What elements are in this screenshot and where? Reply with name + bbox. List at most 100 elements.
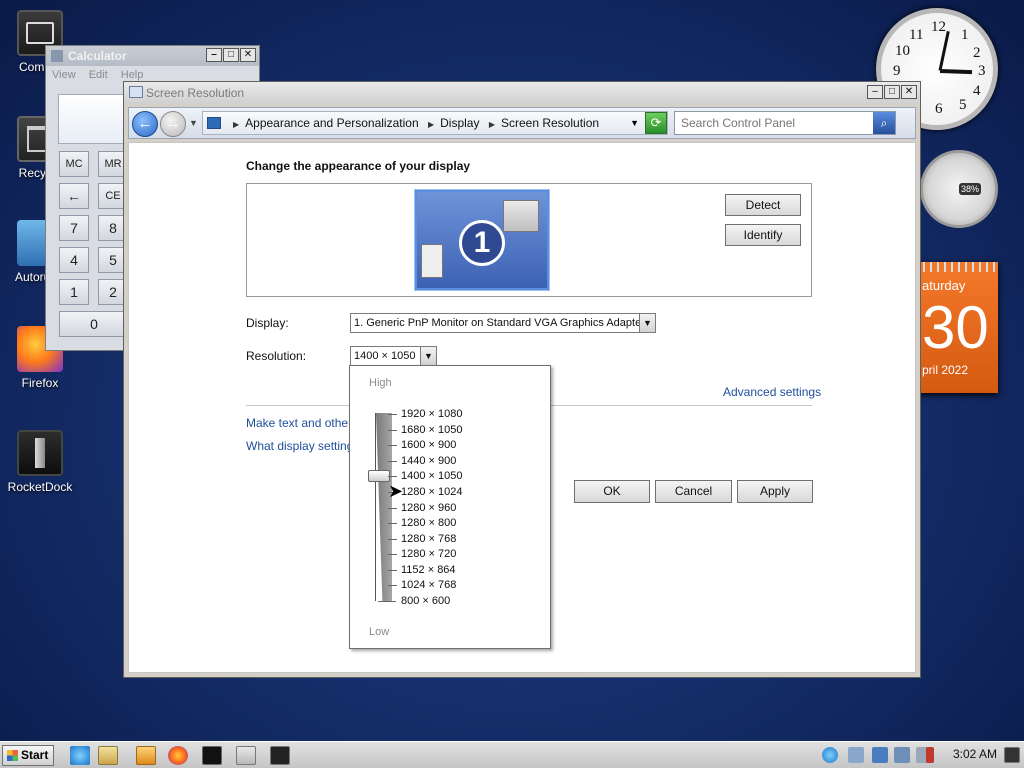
display-select[interactable]: 1. Generic PnP Monitor on Standard VGA G…	[350, 313, 656, 333]
ok-button[interactable]: OK	[574, 480, 650, 503]
display-preview: 1 Detect Identify	[246, 183, 812, 297]
breadcrumb-separator-icon[interactable]: ▶	[233, 120, 239, 129]
back-button[interactable]: ←	[132, 111, 158, 137]
clock-number: 9	[893, 63, 901, 79]
explorer-folder-icon[interactable]	[98, 746, 118, 765]
close-button[interactable]: ✕	[240, 48, 256, 62]
minimize-button[interactable]: –	[206, 48, 222, 62]
start-button[interactable]: Start	[2, 745, 54, 766]
resolution-option-selected[interactable]: 1400 × 1050	[401, 470, 462, 482]
resolution-option[interactable]: 1680 × 1050	[401, 424, 462, 436]
forward-button[interactable]: →	[160, 111, 186, 137]
sync-icon[interactable]	[848, 747, 864, 763]
resolution-option[interactable]: 1280 × 720	[401, 548, 456, 560]
resolution-slider-track[interactable]	[376, 413, 392, 601]
breadcrumb-screen-resolution[interactable]: Screen Resolution	[501, 116, 599, 130]
advanced-settings-link[interactable]: Advanced settings	[723, 385, 821, 399]
resolution-select[interactable]: 1400 × 1050 ▼	[350, 346, 437, 366]
key-4[interactable]: 4	[59, 247, 89, 273]
slider-tick	[388, 430, 397, 431]
network-icon[interactable]	[894, 747, 910, 763]
high-label: High	[369, 377, 392, 389]
identify-button[interactable]: Identify	[725, 224, 801, 246]
clock-hour-hand	[939, 69, 973, 75]
meter-badge: 38%	[959, 183, 982, 195]
calculator-taskbar-icon[interactable]	[236, 746, 256, 765]
clock-number: 4	[973, 83, 981, 99]
media-player-icon[interactable]	[136, 746, 156, 765]
search-icon[interactable]: ⌕	[873, 112, 895, 134]
display-settings-help-link[interactable]: What display settings	[246, 439, 359, 453]
key-0[interactable]: 0	[59, 311, 129, 337]
screen-resolution-taskbar-icon[interactable]	[270, 746, 290, 765]
chevron-down-icon[interactable]: ▼	[639, 314, 655, 332]
make-text-larger-link[interactable]: Make text and other it	[246, 416, 361, 430]
resolution-option[interactable]: 800 × 600	[401, 595, 450, 607]
breadcrumb-appearance[interactable]: Appearance and Personalization	[245, 116, 418, 130]
refresh-button[interactable]: ⟳	[645, 112, 667, 134]
maximize-button[interactable]: □	[223, 48, 239, 62]
menu-help[interactable]: Help	[121, 69, 144, 81]
search-box[interactable]: ⌕	[674, 111, 896, 135]
desktop-icon-rocketdock[interactable]: RocketDock	[0, 430, 80, 494]
close-button[interactable]: ✕	[901, 85, 917, 99]
resolution-option[interactable]: 1280 × 1024	[401, 486, 462, 498]
resolution-option[interactable]: 1280 × 800	[401, 517, 456, 529]
clock-number: 12	[931, 19, 946, 35]
start-label: Start	[21, 748, 49, 762]
resolution-option[interactable]: 1600 × 900	[401, 439, 456, 451]
breadcrumb-separator-icon[interactable]: ▶	[428, 120, 434, 129]
monitor-1-icon[interactable]: 1	[414, 189, 550, 291]
slider-tick	[388, 461, 397, 462]
resolution-popup[interactable]: High 1920 × 1080 1680 × 1050 1600 × 900 …	[349, 365, 551, 649]
navigation-bar: ← → ▼ ▶ Appearance and Personalization ▶ D…	[128, 107, 916, 139]
resolution-option[interactable]: 1280 × 960	[401, 502, 456, 514]
firefox-taskbar-icon[interactable]	[168, 746, 188, 765]
calculator-titlebar[interactable]: Calculator – □ ✕	[46, 46, 259, 66]
network-globe-icon[interactable]	[822, 747, 838, 763]
monitor-number: 1	[459, 220, 505, 266]
clock-number: 11	[909, 27, 924, 43]
resolution-option[interactable]: 1440 × 900	[401, 455, 456, 467]
recent-pages-chevron-icon[interactable]: ▼	[189, 118, 198, 128]
key-mc[interactable]: MC	[59, 151, 89, 177]
slider-tick	[378, 601, 396, 602]
resolution-option[interactable]: 1152 × 864	[401, 564, 456, 576]
address-dropdown-icon[interactable]: ▼	[630, 112, 639, 134]
clock-time[interactable]: 3:02 AM	[953, 747, 997, 761]
volume-muted-icon[interactable]	[926, 747, 934, 763]
resolution-label: Resolution:	[246, 349, 307, 363]
command-prompt-icon[interactable]	[202, 746, 222, 765]
control-panel-icon	[207, 117, 221, 129]
windows-logo-icon	[7, 750, 18, 761]
apply-button[interactable]: Apply	[737, 480, 813, 503]
window-title: Screen Resolution	[146, 86, 245, 100]
key-backspace[interactable]: ←	[59, 183, 89, 209]
resolution-option[interactable]: 1920 × 1080	[401, 408, 462, 420]
resolution-option[interactable]: 1280 × 768	[401, 533, 456, 545]
low-label: Low	[369, 626, 390, 638]
resolution-slider-thumb[interactable]	[368, 470, 390, 482]
chevron-down-icon[interactable]: ▼	[420, 347, 436, 365]
menu-view[interactable]: View	[52, 69, 76, 81]
maximize-button[interactable]: □	[884, 85, 900, 99]
minimize-button[interactable]: –	[867, 85, 883, 99]
search-input[interactable]	[675, 112, 871, 134]
resolution-option[interactable]: 1024 × 768	[401, 579, 456, 591]
cpu-meter-gadget[interactable]: 38%	[920, 150, 998, 228]
detect-button[interactable]: Detect	[725, 194, 801, 216]
show-desktop-icon[interactable]	[1004, 747, 1020, 763]
address-bar[interactable]: ▶ Appearance and Personalization ▶ Display…	[202, 111, 668, 135]
calendar-gadget[interactable]: aturday 30 pril 2022	[918, 262, 998, 393]
breadcrumb-display[interactable]: Display	[440, 116, 479, 130]
device-icon[interactable]	[872, 747, 888, 763]
key-7[interactable]: 7	[59, 215, 89, 241]
calendar-rings	[918, 262, 998, 272]
internet-explorer-icon[interactable]	[70, 746, 90, 765]
breadcrumb-separator-icon[interactable]: ▶	[489, 120, 495, 129]
window-titlebar[interactable]: Screen Resolution – □ ✕	[124, 82, 920, 104]
mouse-cursor-icon: ➤	[388, 481, 404, 501]
key-1[interactable]: 1	[59, 279, 89, 305]
menu-edit[interactable]: Edit	[89, 69, 108, 81]
cancel-button[interactable]: Cancel	[655, 480, 732, 503]
